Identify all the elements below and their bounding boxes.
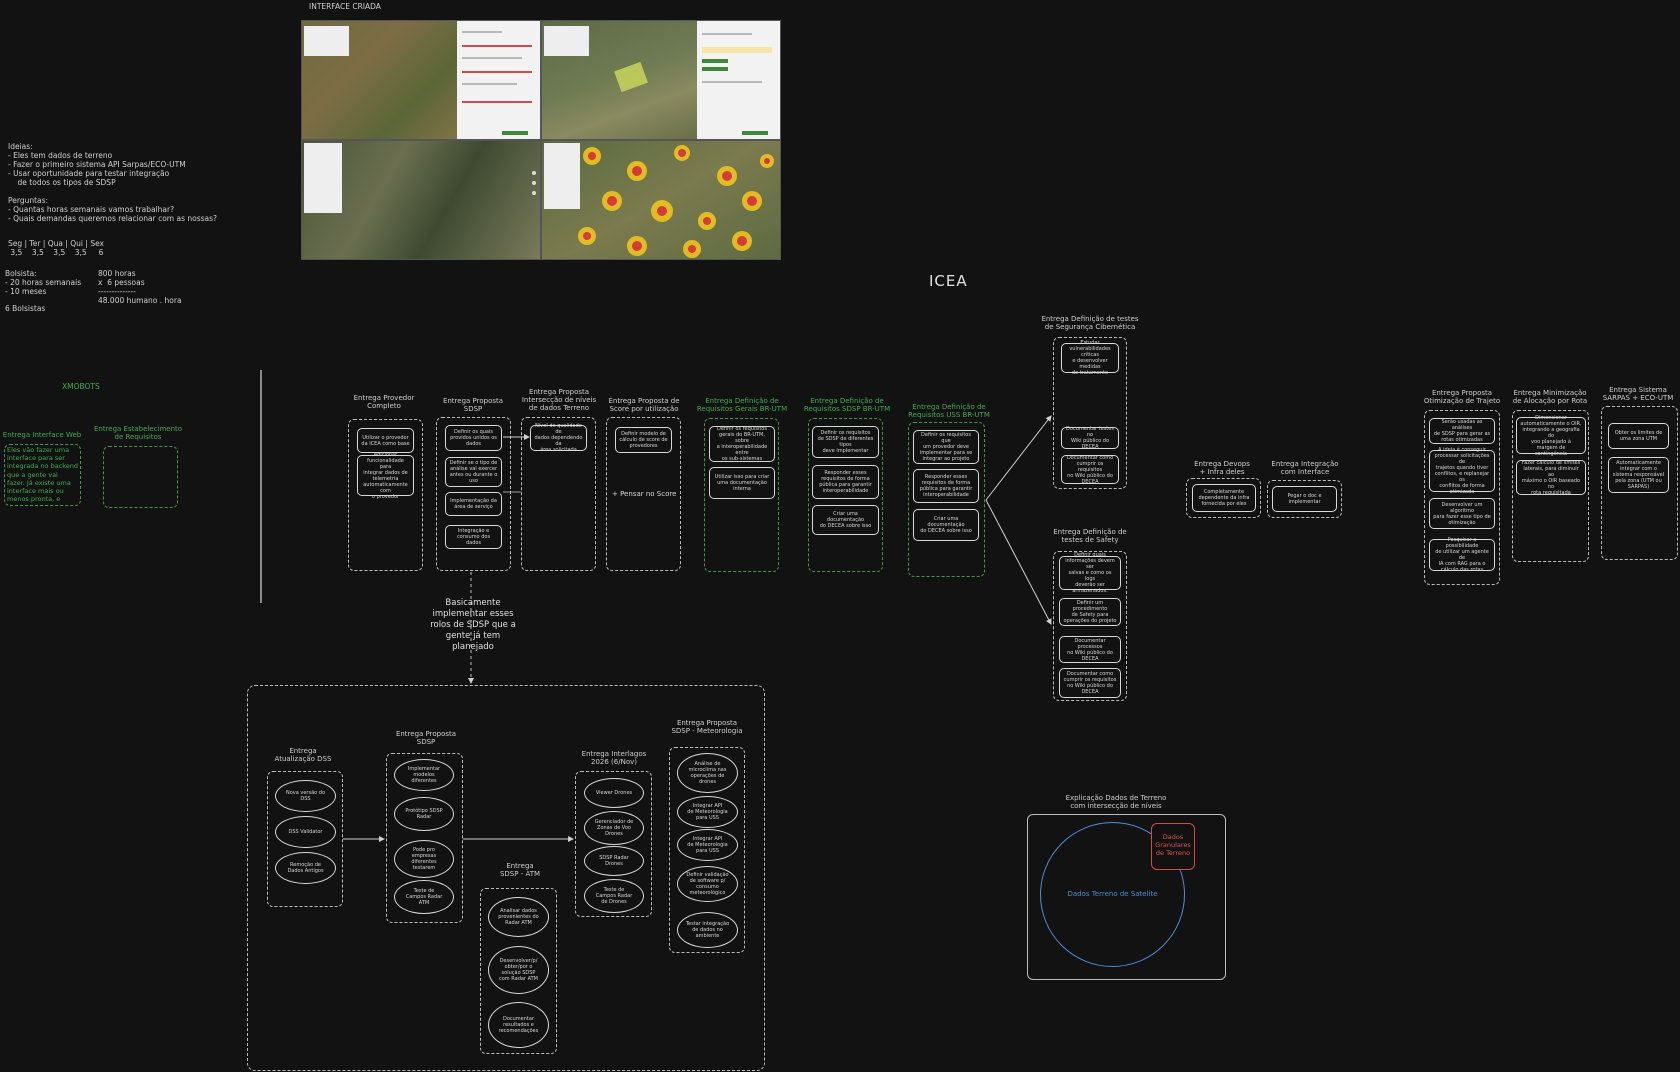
delivery-item: Definir os requisitos gerais do BR-UTM, …: [709, 426, 775, 462]
integration-title: Entrega Integração com Interface: [1271, 460, 1339, 476]
safety-item: Definir quais informações devem ser salv…: [1059, 552, 1121, 594]
delivery-title-provedor: Entrega Provedor Completo: [353, 394, 415, 410]
right-delivery-title: Entrega Sistema SARPAS + ECO-UTM: [1602, 386, 1674, 402]
screenshot-map-sdsp-overlay: [541, 140, 781, 260]
delivery-item: Criar uma documentação do DECEA sobre is…: [913, 509, 979, 541]
arrow-uss-to-safety: [985, 499, 1052, 625]
atm-title: Entrega SDSP - ATM: [499, 862, 541, 878]
right-delivery-item: A ideia é conseguir processar solicitaçõ…: [1429, 447, 1495, 495]
delivery-item: Utilizar o provedor da ICEA como base: [357, 428, 414, 453]
screenshot-map-terrain: [301, 140, 541, 260]
interlagos-item: Gerenciador de Zonas de Voo Drones: [584, 811, 644, 845]
atm-item: Documentar resultados e recomendações: [488, 1002, 549, 1048]
security-item: Documentar testes no Wiki público do DEC…: [1061, 426, 1119, 450]
delivery-title-sdsp: Entrega Proposta SDSP: [442, 397, 504, 413]
granular-label: Dados Granulares de Terreno: [1155, 833, 1191, 857]
delivery-item: Definir se o tipo de análise vai exercer…: [445, 457, 502, 487]
right-delivery-item: Serão usadas as análises de SDSP para ge…: [1429, 418, 1495, 444]
atm-item: Analisar dados provenientes do Radar ATM: [488, 897, 549, 937]
delivery-title-req-gerais: Entrega Definição de Requisitos Gerais B…: [696, 397, 788, 413]
security-item: Documentar como cumprir os requisitos no…: [1061, 455, 1119, 485]
delivery-title-terreno: Entrega Proposta Intersecção de níveis d…: [521, 388, 597, 412]
bolsistas-count: 6 Bolsistas: [5, 304, 46, 313]
delivery-item: Definir os requisitos de SDSP de diferen…: [812, 426, 879, 458]
score-note: + Pensar no Score: [612, 490, 677, 498]
questions-note: Perguntas: - Quantas horas semanais vamo…: [8, 196, 218, 223]
xmobots-web-text: Eles vão fazer uma interface para ser in…: [7, 446, 79, 504]
dss-item: DSS Validator: [275, 816, 336, 848]
delivery-item: Implementação da área de serviço: [445, 492, 502, 516]
delivery-item: Responder esses requisitos de forma públ…: [812, 465, 879, 499]
delivery-item: Definir os quais providos unidos os dado…: [445, 425, 502, 451]
interlagos-item: Teste de Campos Radar de Drones: [584, 879, 644, 913]
atm-item: Desenvolver/p/ obter/por o solução SDSP …: [488, 946, 549, 994]
xmobots-req-title: Entrega Estabelecimento de Requisitos: [93, 425, 183, 441]
meteo-title: Entrega Proposta SDSP - Meteorologia: [671, 719, 743, 735]
right-delivery-item: Desenvolver um algoritmo para fazer esse…: [1429, 498, 1495, 529]
meteo-item: Integrar API de Meteorologia para USS: [677, 796, 738, 828]
meteo-item: Análise de microclima nas operações de d…: [677, 753, 738, 793]
safety-item: Definir um procedimento de Safety para o…: [1059, 598, 1121, 626]
meteo-item: Integrar API de Meteorologia para USS: [677, 829, 738, 861]
screenshot-map-airport: [541, 20, 781, 140]
sdsp-bottom-item: Implementar modelos diferentes: [394, 759, 454, 791]
safety-item: Documentar como cumprir os requisitos no…: [1059, 668, 1121, 698]
delivery-item: Integração e consumo dos dados: [445, 525, 502, 549]
meteo-item: Testar integração de dados no ambiente: [677, 912, 738, 948]
arrow-uss-to-security: [985, 415, 1052, 501]
delivery-item: Definir modelo de cálculo de score de pr…: [615, 427, 672, 453]
xmobots-web-title: Entrega Interface Web: [2, 431, 82, 439]
xmobots-req-box: [103, 446, 178, 508]
right-delivery-item: Automaticamente integrar com o sistema r…: [1608, 457, 1669, 493]
bolsista-note: Bolsista: - 20 horas semanais - 10 meses: [5, 269, 82, 296]
security-tests-title: Entrega Definição de testes de Segurança…: [1041, 315, 1139, 331]
right-delivery-item: Dimensionar automaticamente o OIR, integ…: [1516, 415, 1586, 457]
safety-item: Documentar processos no Wiki público do …: [1059, 636, 1121, 663]
delivery-item: Responder esses requisitos de forma públ…: [913, 469, 979, 503]
sdsp-bottom-title: Entrega Proposta SDSP: [395, 730, 457, 746]
devops-title: Entrega Devops + Infra deles: [1194, 460, 1250, 476]
sdsp-bottom-item: Teste de Campos Radar ATM: [394, 880, 454, 914]
delivery-item: Adicionar funcionalidade para integrar d…: [357, 452, 414, 500]
right-delivery-item: Fazer cálculo de limites laterais, para …: [1516, 460, 1586, 496]
right-delivery-title: Entrega Proposta Otimização de Trajeto: [1423, 389, 1501, 405]
security-item: Estudar vulnerabilidades críticas e dese…: [1061, 340, 1119, 376]
meteo-item: Definir validação de software p/ consumo…: [677, 866, 738, 902]
xmobots-label: XMOBOTS: [62, 382, 100, 391]
delivery-item: Criar uma documentação do DECEA sobre is…: [812, 505, 879, 535]
screenshot-map-form: [301, 20, 541, 140]
right-delivery-item: Pesquisar a possibilidade de utilizar um…: [1429, 537, 1495, 573]
right-delivery-title: Entrega Minimização de Alocação por Rota: [1512, 389, 1588, 405]
dss-title: Entrega Atualização DSS: [274, 747, 332, 763]
delivery-title-score: Entrega Proposta de Score por utilização: [608, 397, 680, 413]
devops-item: Completamente dependente da infra fornec…: [1192, 484, 1256, 512]
integration-item: Pegar o doc e implementar: [1272, 486, 1337, 512]
delivery-item: Definir os requisitos que um provedor de…: [913, 430, 979, 464]
hours-calc-note: 800 horas x 6 pessoas -------------- 48.…: [98, 269, 182, 305]
interlagos-item: SDSP Radar Drones: [584, 846, 644, 876]
sdsp-annotation: Basicamente implementar esses rolos de S…: [430, 598, 516, 652]
main-title: ICEA: [929, 272, 968, 290]
weekday-hours-note: Seg | Ter | Qua | Qui | Sex 3,5 3,5 3,5 …: [8, 239, 104, 257]
separator-line: [260, 370, 262, 603]
interface-label: INTERFACE CRIADA: [309, 2, 381, 11]
delivery-title-req-sdsp: Entrega Definição de Requisitos SDSP BR-…: [803, 397, 891, 413]
right-delivery-item: Obter os limites de uma zona UTM: [1608, 423, 1669, 449]
interlagos-item: Viewer Drones: [584, 778, 644, 808]
dss-item: Remoção de Dados Antigos: [275, 852, 336, 884]
satellite-label: Dados Terreno de Satelite: [1067, 890, 1158, 898]
sdsp-bottom-item: Protótipo SDSP Radar: [394, 797, 454, 831]
delivery-title-req-uss: Entrega Definição de Requisitos USS BR-U…: [908, 403, 990, 419]
safety-tests-title: Entrega Definição de testes de Safety: [1053, 528, 1127, 544]
ideas-note: Ideias: - Eles tem dados de terreno - Fa…: [8, 142, 186, 187]
sdsp-bottom-item: Pode pro empresas diferentes testarem: [394, 840, 454, 878]
delivery-item: Utilizar isso para criar uma documentaçã…: [709, 467, 775, 499]
terrain-title: Explicação Dados de Terreno com intersec…: [1065, 794, 1167, 810]
dss-item: Nova versão do DSS: [275, 780, 336, 812]
delivery-item: Nível de qualidade de dados dependendo d…: [530, 423, 587, 453]
interlagos-title: Entrega Interlagos 2026 (6/Nov): [581, 750, 647, 766]
